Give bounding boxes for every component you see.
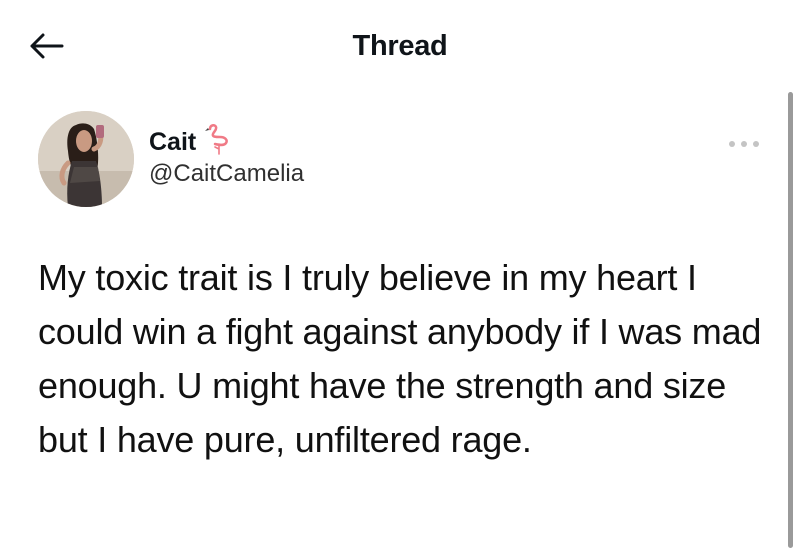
top-bar: Thread [0,0,800,95]
more-options-button[interactable] [724,132,764,156]
author-handle[interactable]: @CaitCamelia [149,160,304,188]
tweet-text: My toxic trait is I truly believe in my … [38,257,762,460]
more-horizontal-icon [729,141,759,147]
scrollbar[interactable] [788,92,793,548]
author-name-row: Cait [149,124,232,158]
flamingo-icon [205,124,229,155]
display-name[interactable]: Cait [149,128,196,157]
avatar[interactable] [38,111,134,207]
page-title: Thread [352,30,448,62]
